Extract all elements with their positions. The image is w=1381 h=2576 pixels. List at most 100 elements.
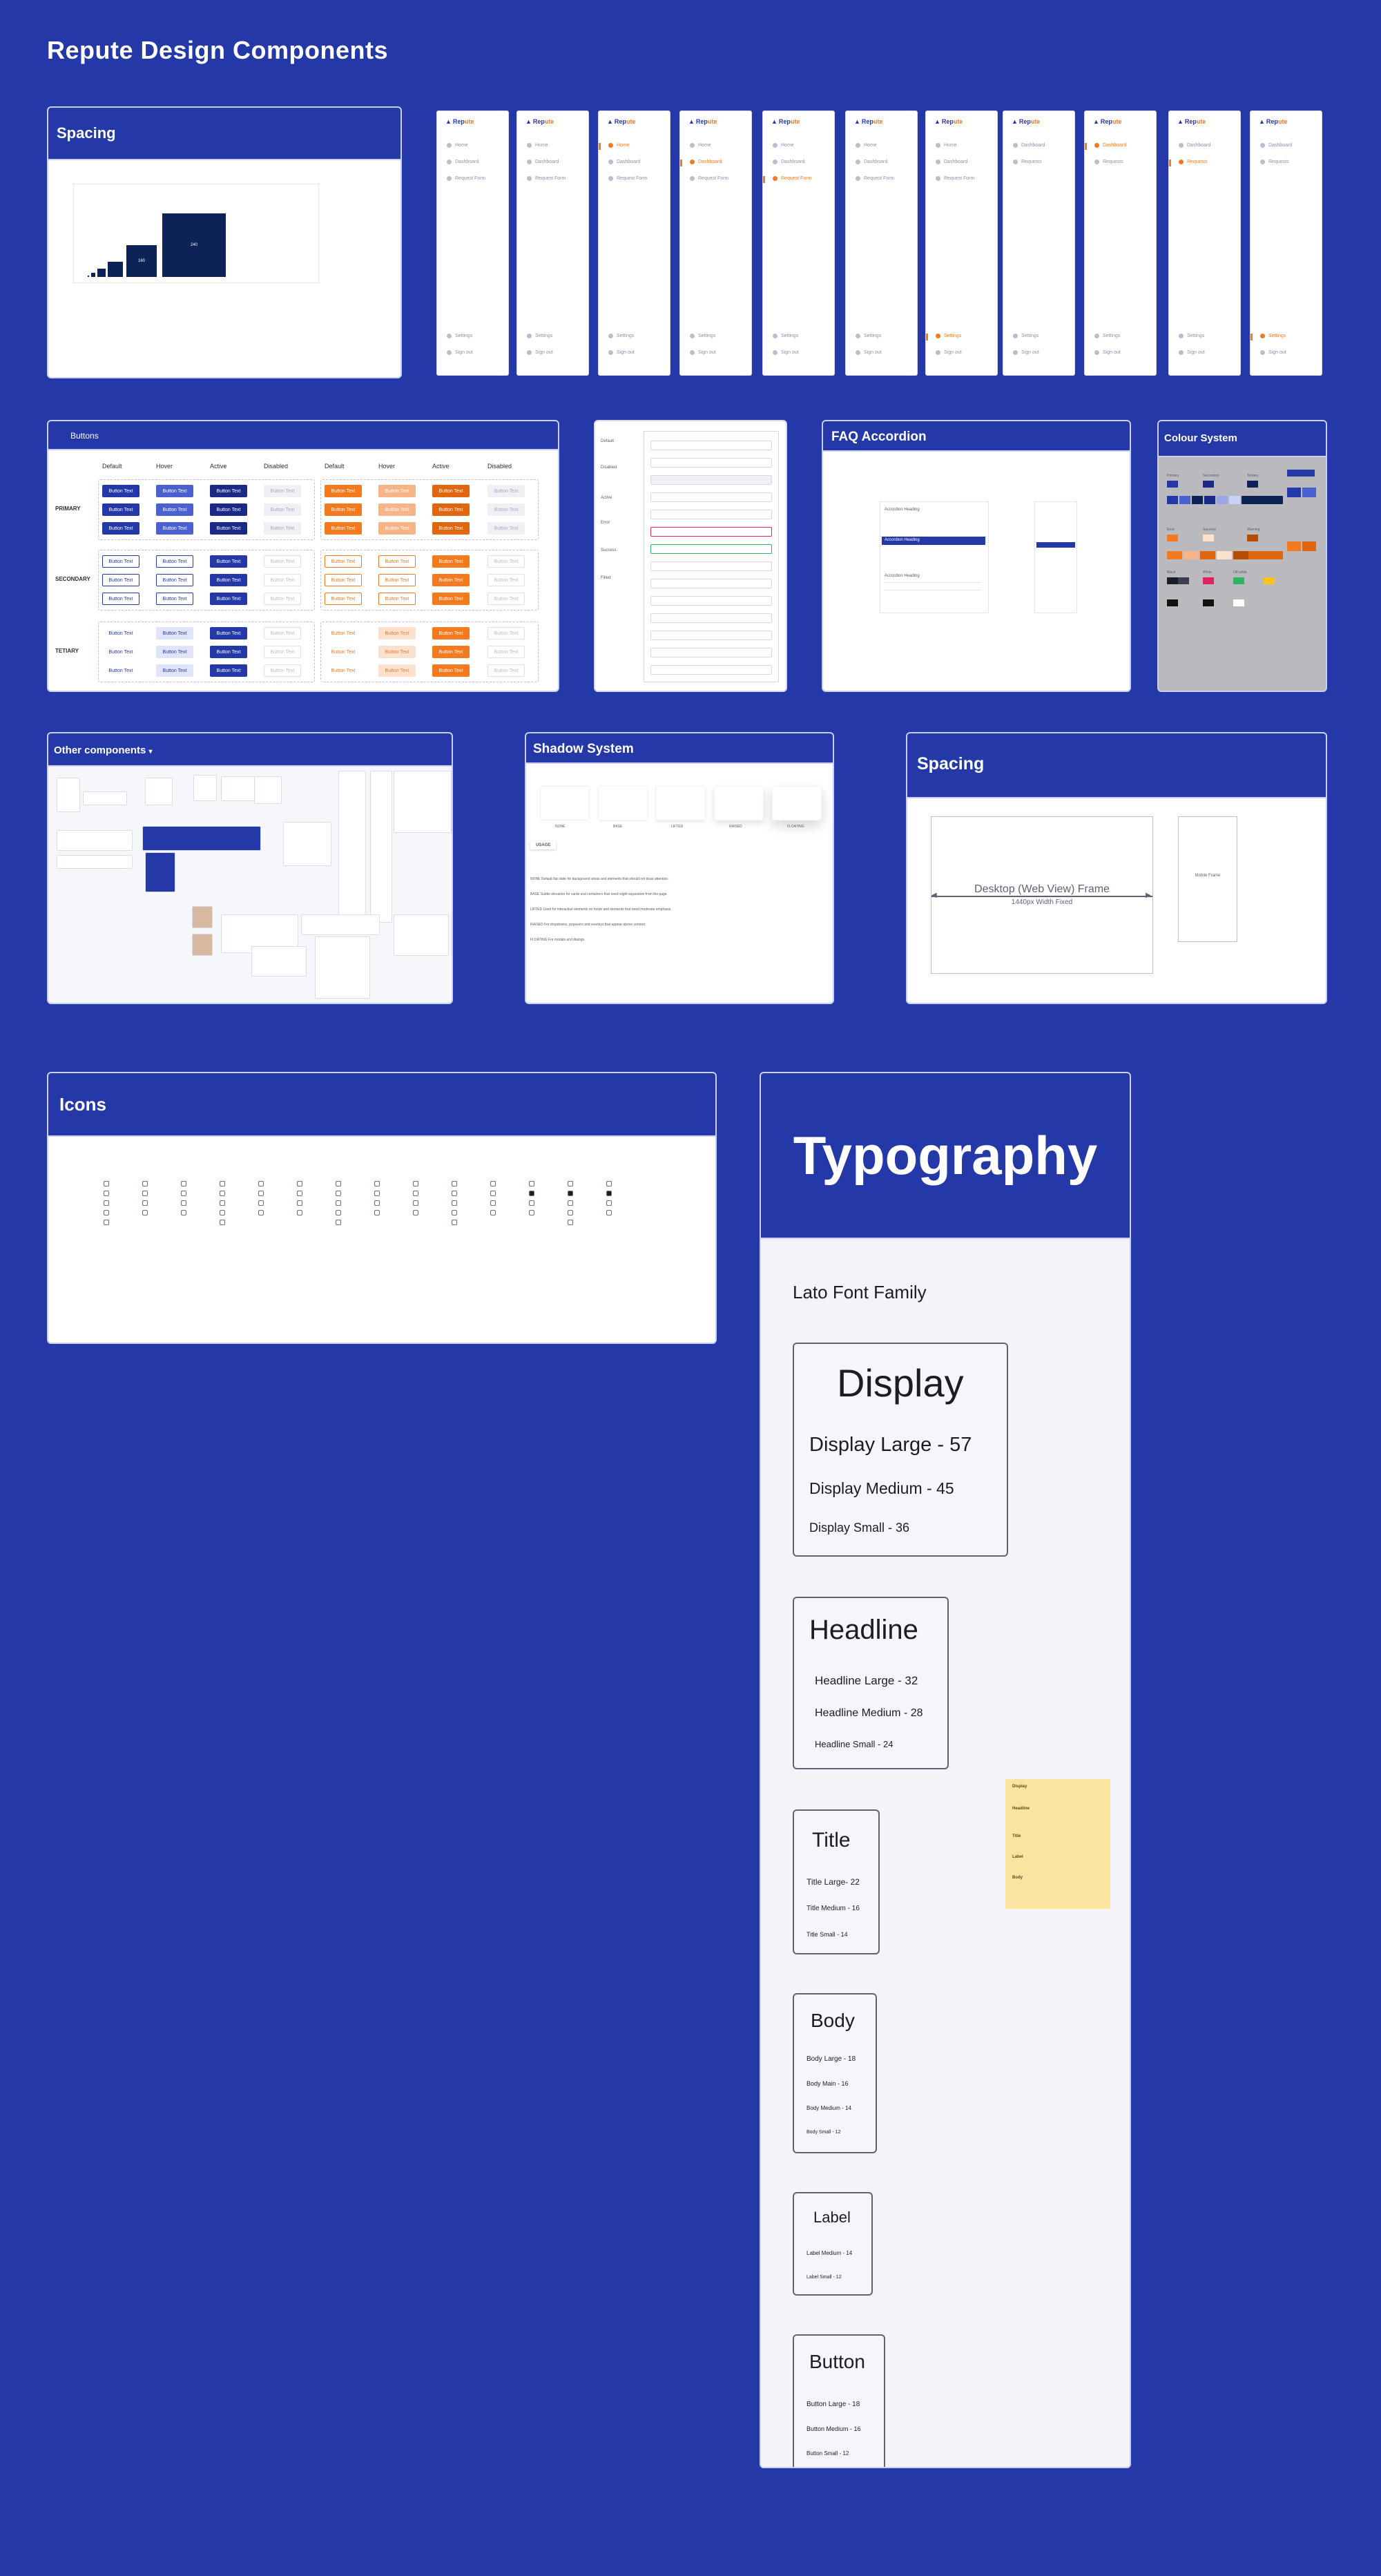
nav-item[interactable]: Home (608, 143, 630, 148)
pagination-sample[interactable] (301, 914, 380, 935)
sample-button[interactable]: Button Text (487, 503, 525, 516)
sample-button[interactable]: Button Text (325, 574, 362, 586)
sample-button[interactable]: Button Text (378, 574, 416, 586)
nav-item[interactable]: Sign out (936, 350, 962, 355)
nav-item[interactable]: Home (936, 143, 957, 148)
nav-item[interactable]: Request Form (447, 176, 485, 181)
nav-item[interactable]: Sign out (1260, 350, 1286, 355)
nav-item[interactable]: Sign out (690, 350, 716, 355)
brand-logo[interactable]: ▲ Repute (525, 118, 554, 125)
nav-item[interactable]: Settings (447, 334, 472, 338)
sample-button[interactable]: Button Text (264, 627, 301, 640)
faq-item[interactable]: Accordion Heading (885, 508, 920, 512)
nav-item[interactable]: Settings (608, 334, 634, 338)
sample-button[interactable]: Button Text (325, 555, 362, 568)
sample-button[interactable]: Button Text (210, 522, 247, 535)
sample-button[interactable]: Button Text (264, 574, 301, 586)
nav-item[interactable]: Request Form (608, 176, 647, 181)
sample-button[interactable]: Button Text (210, 485, 247, 497)
brand-logo[interactable]: ▲ Repute (1177, 118, 1206, 125)
sample-button[interactable]: Button Text (156, 485, 193, 497)
nav-item[interactable]: Sign out (856, 350, 882, 355)
sample-button[interactable]: Button Text (378, 485, 416, 497)
sample-button[interactable]: Button Text (487, 522, 525, 535)
brand-logo[interactable]: ▲ Repute (607, 118, 635, 125)
nav-item[interactable]: Settings (1013, 334, 1039, 338)
text-input-sample[interactable] (650, 665, 772, 675)
sample-button[interactable]: Button Text (325, 522, 362, 535)
nav-item[interactable]: Settings (856, 334, 881, 338)
sample-button[interactable]: Button Text (325, 485, 362, 497)
rating-sample[interactable] (254, 776, 282, 804)
sample-button[interactable]: Button Text (325, 627, 362, 640)
nav-item[interactable]: Request Form (936, 176, 974, 181)
chevron-down-icon[interactable]: ▾ (149, 748, 153, 756)
sample-button[interactable]: Button Text (210, 574, 247, 586)
date-input-sample[interactable] (83, 791, 127, 805)
filters-sample[interactable] (251, 946, 307, 977)
sample-button[interactable]: Button Text (325, 593, 362, 605)
nav-item[interactable]: Sign out (447, 350, 473, 355)
nav-item[interactable]: Requests (1179, 160, 1208, 164)
sample-button[interactable]: Button Text (102, 485, 139, 497)
nav-item[interactable]: Settings (936, 334, 961, 338)
nav-item[interactable]: Dashboard (1179, 143, 1210, 148)
sample-button[interactable]: Button Text (264, 522, 301, 535)
sample-button[interactable]: Button Text (432, 522, 470, 535)
nav-item[interactable]: Dashboard (1013, 143, 1045, 148)
sample-button[interactable]: Button Text (156, 522, 193, 535)
text-input-sample[interactable] (650, 527, 772, 537)
sample-button[interactable]: Button Text (325, 646, 362, 658)
nav-item[interactable]: Request Form (856, 176, 894, 181)
faq-item-open[interactable]: Accordion Heading (882, 537, 985, 545)
text-input-sample[interactable] (650, 613, 772, 623)
sample-button[interactable]: Button Text (432, 664, 470, 677)
sample-button[interactable]: Button Text (378, 627, 416, 640)
sample-button[interactable]: Button Text (487, 664, 525, 677)
sample-button[interactable]: Button Text (210, 627, 247, 640)
brand-logo[interactable]: ▲ Repute (771, 118, 800, 125)
sample-button[interactable]: Button Text (487, 485, 525, 497)
nav-item[interactable]: Dashboard (936, 160, 967, 164)
text-input-sample[interactable] (650, 544, 772, 554)
nav-item[interactable]: Home (856, 143, 877, 148)
text-input-sample[interactable] (650, 648, 772, 657)
sample-button[interactable]: Button Text (102, 627, 139, 640)
sample-button[interactable]: Button Text (487, 627, 525, 640)
brand-logo[interactable]: ▲ Repute (1012, 118, 1040, 125)
nav-item[interactable]: Settings (1179, 334, 1204, 338)
nav-item[interactable]: Home (527, 143, 548, 148)
faq-item[interactable]: Accordion Heading (885, 574, 920, 578)
sample-button[interactable]: Button Text (378, 503, 416, 516)
sample-button[interactable]: Button Text (102, 555, 139, 568)
sample-button[interactable]: Button Text (156, 503, 193, 516)
sample-button[interactable]: Button Text (325, 503, 362, 516)
text-input-sample[interactable] (650, 631, 772, 640)
nav-item[interactable]: Request Form (690, 176, 728, 181)
brand-logo[interactable]: ▲ Repute (1259, 118, 1287, 125)
text-input-sample[interactable] (650, 510, 772, 519)
sample-button[interactable]: Button Text (210, 664, 247, 677)
text-input-sample[interactable] (650, 579, 772, 588)
nav-item[interactable]: Dashboard (608, 160, 640, 164)
nav-item[interactable]: Home (690, 143, 711, 148)
sample-button[interactable]: Button Text (156, 627, 193, 640)
sample-button[interactable]: Button Text (432, 485, 470, 497)
sample-button[interactable]: Button Text (102, 522, 139, 535)
nav-item[interactable]: Dashboard (1094, 143, 1126, 148)
nav-item[interactable]: Requests (1094, 160, 1123, 164)
sample-button[interactable]: Button Text (432, 593, 470, 605)
nav-item[interactable]: Settings (527, 334, 552, 338)
sample-button[interactable]: Button Text (210, 646, 247, 658)
nav-item[interactable]: Settings (1094, 334, 1120, 338)
sample-button[interactable]: Button Text (487, 574, 525, 586)
sample-button[interactable]: Button Text (432, 646, 470, 658)
text-area-sample[interactable] (57, 830, 133, 851)
nav-item[interactable]: Dashboard (447, 160, 479, 164)
sample-button[interactable]: Button Text (264, 485, 301, 497)
sample-button[interactable]: Button Text (432, 503, 470, 516)
sample-button[interactable]: Button Text (102, 664, 139, 677)
toggle-panel-sample[interactable] (394, 771, 452, 833)
sample-button[interactable]: Button Text (102, 574, 139, 586)
nav-item[interactable]: Dashboard (690, 160, 722, 164)
